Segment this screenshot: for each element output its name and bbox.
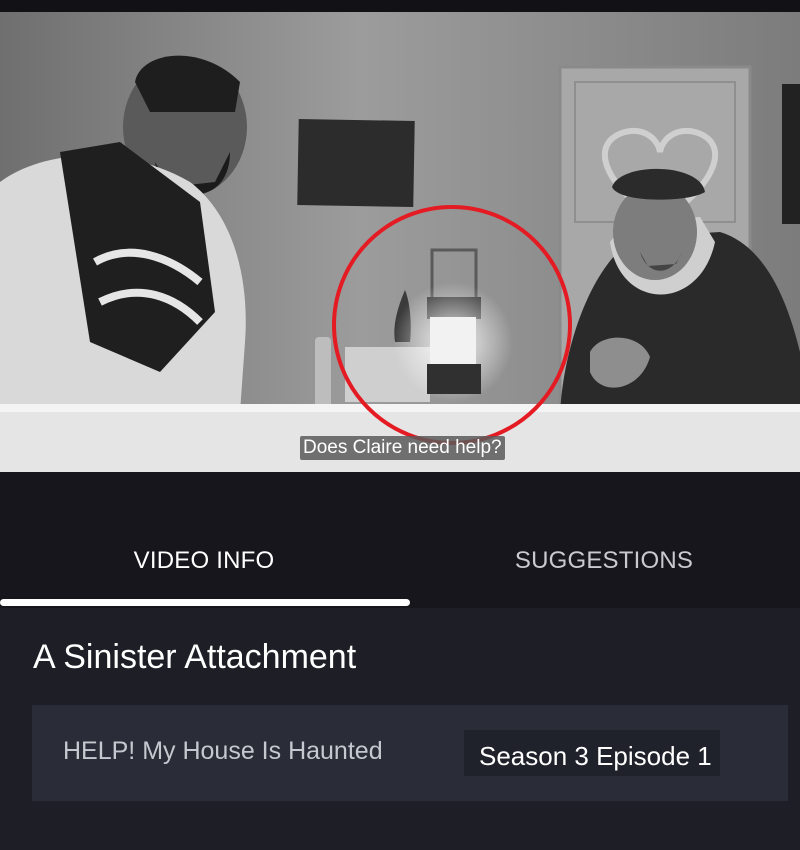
video-player[interactable]: Does Claire need help? — [0, 12, 800, 472]
episode-title: A Sinister Attachment — [33, 638, 357, 676]
video-frame — [0, 12, 800, 472]
tab-bar: VIDEO INFO SUGGESTIONS — [0, 472, 800, 608]
subtitle-caption: Does Claire need help? — [300, 436, 505, 460]
tab-suggestions[interactable]: SUGGESTIONS — [408, 536, 800, 586]
series-name[interactable]: HELP! My House Is Haunted — [63, 731, 383, 771]
season-episode-badge: Season 3 Episode 1 — [464, 730, 720, 776]
tab-selected-indicator — [0, 599, 410, 606]
tab-video-info[interactable]: VIDEO INFO — [0, 536, 408, 586]
top-bar — [0, 0, 800, 12]
video-info-panel: A Sinister Attachment HELP! My House Is … — [0, 608, 800, 850]
episode-meta-box: HELP! My House Is Haunted Season 3 Episo… — [32, 705, 788, 801]
